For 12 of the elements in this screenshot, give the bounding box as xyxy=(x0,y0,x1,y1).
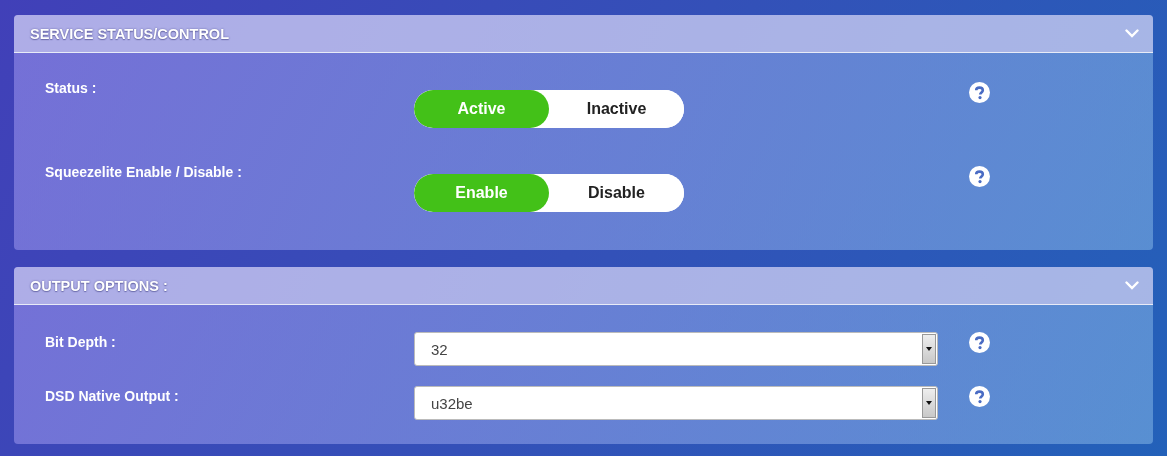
select-field[interactable]: u32be xyxy=(414,386,938,420)
help-icon[interactable] xyxy=(969,166,990,187)
help-icon[interactable] xyxy=(969,82,990,103)
panel-title: OUTPUT OPTIONS : xyxy=(30,277,168,294)
field-label: Squeezelite Enable / Disable : xyxy=(45,164,243,180)
help-icon[interactable] xyxy=(969,332,990,353)
field-label: Bit Depth : xyxy=(45,334,117,350)
help-icon[interactable] xyxy=(969,386,990,407)
select-field[interactable]: 32 xyxy=(414,332,938,366)
field-label: DSD Native Output : xyxy=(45,388,180,404)
panel-title: SERVICE STATUS/CONTROL xyxy=(30,25,229,42)
field-label: Status : xyxy=(45,80,98,96)
